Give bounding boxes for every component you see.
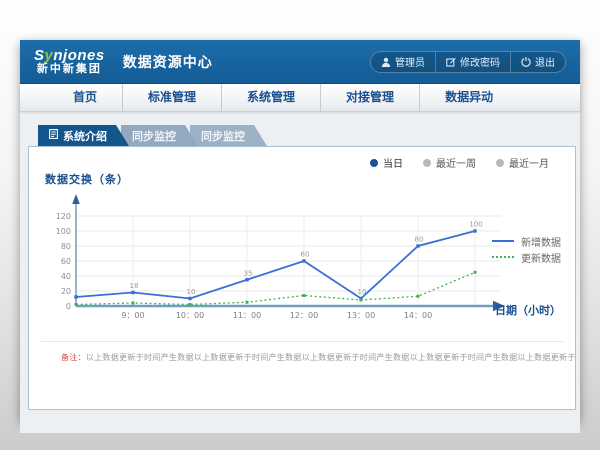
legend-label: 更新数据 [521, 250, 561, 265]
top-header: Synjones 新中新集团 数据资源中心 管理员 修改密码 退出 [20, 40, 580, 84]
tab-label: 同步监控 [132, 128, 176, 144]
company-logo: Synjones 新中新集团 [34, 48, 105, 75]
filter-label: 最近一周 [436, 155, 476, 170]
user-menu-button[interactable]: 管理员 [371, 52, 435, 72]
filter-label: 最近一月 [509, 155, 549, 170]
svg-text:9：00: 9：00 [121, 311, 144, 320]
app-window: Synjones 新中新集团 数据资源中心 管理员 修改密码 退出 [20, 40, 580, 420]
legend-item-new-data[interactable]: 新增数据 [492, 233, 561, 249]
svg-text:80: 80 [415, 236, 424, 244]
svg-text:10: 10 [358, 288, 367, 296]
header-user-controls: 管理员 修改密码 退出 [370, 51, 566, 73]
svg-text:10：00: 10：00 [176, 311, 204, 320]
logout-button[interactable]: 退出 [510, 52, 565, 72]
logout-label: 退出 [535, 54, 555, 69]
nav-item-system-mgmt[interactable]: 系统管理 [221, 84, 320, 111]
tab-sync-monitor-2[interactable]: 同步监控 [190, 125, 267, 146]
nav-item-data-change[interactable]: 数据异动 [419, 84, 518, 111]
line-chart: 0 20 40 60 80 100 120 9：00 10：00 11：00 12：00 13：00 1… [43, 191, 523, 331]
legend-label: 新增数据 [521, 234, 561, 249]
document-icon [49, 129, 58, 142]
svg-text:18: 18 [130, 282, 139, 290]
svg-text:14：00: 14：00 [404, 311, 432, 320]
page-title: 数据资源中心 [123, 52, 213, 72]
power-icon [521, 57, 531, 67]
svg-text:10: 10 [187, 288, 196, 296]
chart-panel: 当日 最近一周 最近一月 数据交换（条） 0 20 40 60 80 100 120 9：00… [28, 146, 576, 410]
tab-system-intro[interactable]: 系统介绍 [38, 125, 129, 146]
tab-label: 同步监控 [201, 128, 245, 144]
content-area: 系统介绍 同步监控 同步监控 当日 最近一周 [20, 125, 580, 433]
chart-legend: 新增数据 更新数据 [492, 233, 561, 265]
time-range-filters: 当日 最近一周 最近一月 [370, 155, 549, 170]
change-password-button[interactable]: 修改密码 [435, 52, 510, 72]
tick-labels: 0 20 40 60 80 100 120 9：00 10：00 11：00 12：00 13：00 1… [56, 212, 432, 320]
radio-selected-icon [370, 159, 378, 167]
svg-text:11：00: 11：00 [233, 311, 261, 320]
filter-today[interactable]: 当日 [370, 155, 403, 170]
svg-text:35: 35 [244, 269, 253, 277]
dotted-line-swatch [492, 256, 514, 258]
footnote-text: 以上数据更新于时间产生数据以上数据更新于时间产生数据以上数据更新于时间产生数据以… [86, 353, 576, 362]
nav-item-standard-mgmt[interactable]: 标准管理 [122, 84, 221, 111]
edit-icon [446, 57, 456, 67]
svg-text:13：00: 13：00 [347, 311, 375, 320]
svg-text:100: 100 [56, 227, 71, 236]
svg-text:40: 40 [61, 272, 71, 281]
radio-icon [423, 159, 431, 167]
svg-text:20: 20 [61, 287, 71, 296]
tab-label: 系统介绍 [63, 128, 107, 144]
solid-line-swatch [492, 240, 514, 242]
main-nav: 首页 标准管理 系统管理 对接管理 数据异动 [20, 84, 580, 112]
footnote-prefix: 备注： [61, 353, 86, 362]
user-icon [381, 57, 391, 67]
filter-label: 当日 [383, 155, 403, 170]
series-新增数据: 18 10 35 60 10 80 100 [74, 221, 482, 301]
svg-text:120: 120 [56, 212, 71, 221]
y-axis-title: 数据交换（条） [45, 171, 129, 187]
tab-bar: 系统介绍 同步监控 同步监控 [38, 125, 580, 146]
change-password-label: 修改密码 [460, 54, 500, 69]
svg-text:60: 60 [61, 257, 71, 266]
tab-sync-monitor-1[interactable]: 同步监控 [121, 125, 198, 146]
nav-item-home[interactable]: 首页 [48, 84, 122, 111]
svg-text:80: 80 [61, 242, 71, 251]
user-label: 管理员 [395, 54, 425, 69]
svg-text:12：00: 12：00 [290, 311, 318, 320]
filter-last-week[interactable]: 最近一周 [423, 155, 476, 170]
nav-item-interface-mgmt[interactable]: 对接管理 [320, 84, 419, 111]
legend-item-updated-data[interactable]: 更新数据 [492, 249, 561, 265]
svg-text:60: 60 [301, 251, 310, 259]
svg-text:100: 100 [469, 221, 482, 229]
logo-wordmark: Synjones [34, 48, 105, 64]
footnote: 备注：以上数据更新于时间产生数据以上数据更新于时间产生数据以上数据更新于时间产生… [61, 352, 576, 363]
x-axis-title: 日期（小时） [495, 302, 561, 318]
note-divider [41, 341, 563, 342]
logo-company-name: 新中新集团 [34, 64, 105, 76]
svg-text:0: 0 [66, 302, 71, 311]
radio-icon [496, 159, 504, 167]
filter-last-month[interactable]: 最近一月 [496, 155, 549, 170]
